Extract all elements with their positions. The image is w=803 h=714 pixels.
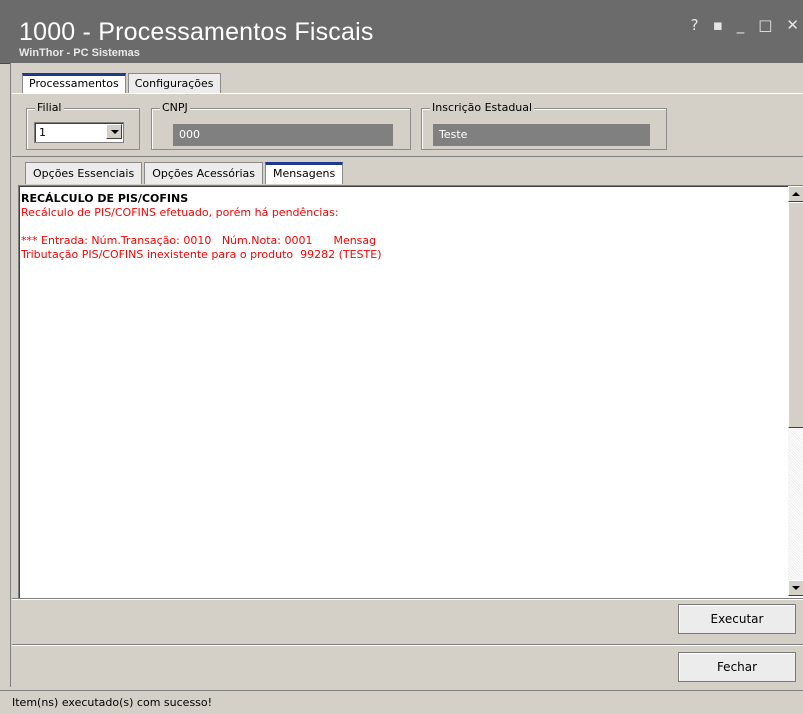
close-icon[interactable]: ✕ bbox=[786, 17, 799, 33]
scroll-track[interactable] bbox=[788, 428, 803, 580]
tab-opcoes-essenciais[interactable]: Opções Essenciais bbox=[25, 162, 143, 184]
cnpj-group: CNPJ 000 bbox=[151, 102, 411, 150]
inscricao-group: Inscrição Estadual Teste bbox=[421, 102, 667, 150]
cnpj-field[interactable]: 000 bbox=[173, 124, 393, 146]
message-line: Tributação PIS/COFINS inexistente para o… bbox=[21, 248, 382, 261]
scroll-down-icon[interactable] bbox=[788, 580, 803, 596]
filter-panel: Filial 1 CNPJ 000 Inscrição Estadual Tes… bbox=[12, 93, 803, 157]
tab-configuracoes[interactable]: Configurações bbox=[127, 73, 221, 93]
divider bbox=[12, 644, 803, 646]
chevron-down-icon[interactable] bbox=[106, 124, 122, 139]
tab-opcoes-acessorias[interactable]: Opções Acessórias bbox=[144, 162, 264, 184]
filial-group: Filial 1 bbox=[26, 102, 140, 150]
messages-heading: RECÁLCULO DE PIS/COFINS bbox=[21, 192, 189, 205]
messages-content: RECÁLCULO DE PIS/COFINS Recálculo de PIS… bbox=[21, 192, 382, 262]
main-tabs: Processamentos Configurações bbox=[22, 73, 223, 93]
sub-tabs: Opções Essenciais Opções Acessórias Mens… bbox=[25, 162, 345, 184]
divider bbox=[12, 598, 803, 600]
message-line: Recálculo de PIS/COFINS efetuado, porém … bbox=[21, 206, 339, 219]
vertical-scrollbar[interactable] bbox=[788, 186, 803, 596]
status-bar: Item(ns) executado(s) com sucesso! bbox=[0, 690, 803, 714]
minimize-icon[interactable]: _ bbox=[737, 17, 745, 33]
status-message: Item(ns) executado(s) com sucesso! bbox=[12, 696, 213, 709]
inscricao-label: Inscrição Estadual bbox=[430, 101, 535, 114]
restore-icon[interactable]: ▪ bbox=[713, 17, 723, 33]
messages-memo[interactable]: RECÁLCULO DE PIS/COFINS Recálculo de PIS… bbox=[18, 185, 803, 599]
message-line: *** Entrada: Núm.Transação: 0010 Núm.Not… bbox=[21, 234, 377, 247]
title-bar: 1000 - Processamentos Fiscais WinThor - … bbox=[0, 0, 803, 64]
scroll-thumb[interactable] bbox=[788, 202, 803, 428]
window-controls: ? ▪ _ □ ✕ bbox=[691, 17, 799, 33]
window-title: 1000 - Processamentos Fiscais bbox=[19, 18, 374, 46]
executar-button[interactable]: Executar bbox=[678, 604, 796, 634]
help-icon[interactable]: ? bbox=[691, 17, 699, 33]
inscricao-field[interactable]: Teste bbox=[433, 124, 650, 146]
tab-mensagens[interactable]: Mensagens bbox=[265, 162, 344, 184]
fechar-button[interactable]: Fechar bbox=[678, 652, 796, 682]
maximize-icon[interactable]: □ bbox=[758, 17, 772, 33]
filial-value: 1 bbox=[39, 126, 46, 139]
filial-select[interactable]: 1 bbox=[34, 122, 124, 143]
cnpj-label: CNPJ bbox=[160, 101, 190, 114]
filial-label: Filial bbox=[35, 101, 64, 114]
window-subtitle: WinThor - PC Sistemas bbox=[19, 47, 140, 59]
tab-processamentos[interactable]: Processamentos bbox=[22, 73, 126, 93]
scroll-up-icon[interactable] bbox=[788, 186, 803, 202]
